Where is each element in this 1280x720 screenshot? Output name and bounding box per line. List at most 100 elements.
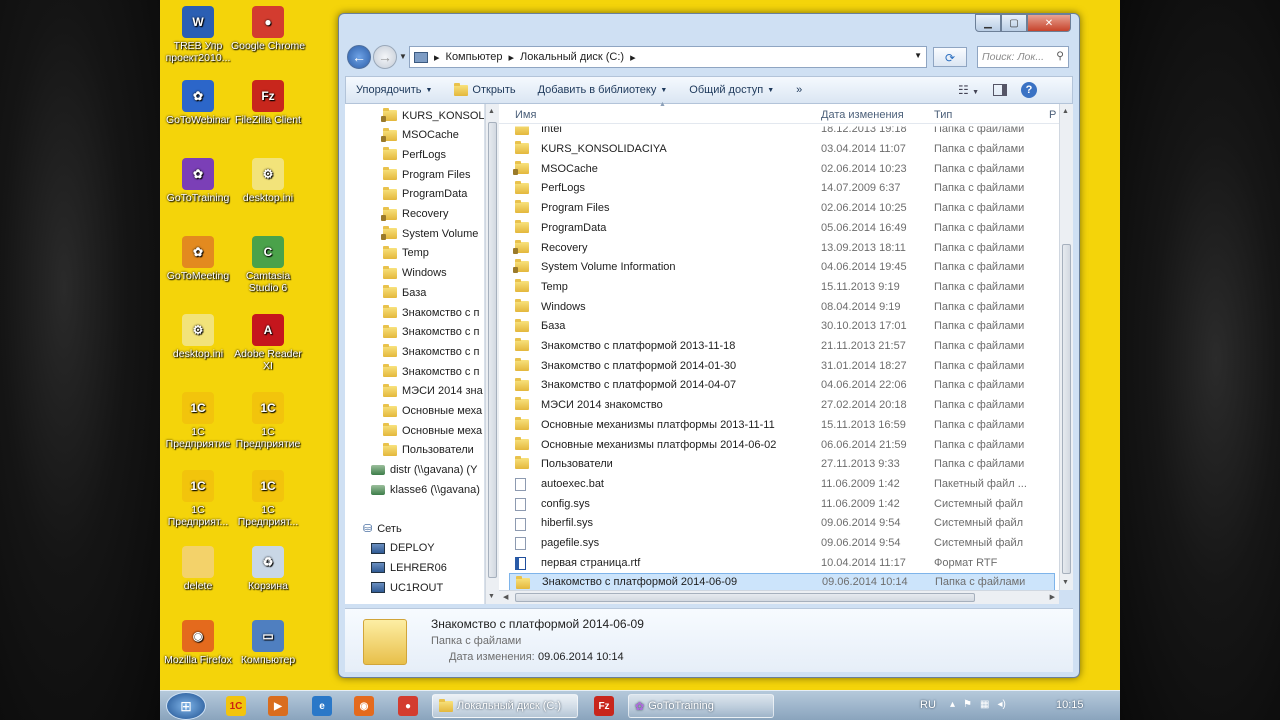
1c-taskbar-icon[interactable]: 1С (226, 696, 246, 716)
file-list-vertical-scrollbar[interactable]: ▲ ▼ (1059, 104, 1073, 590)
desktop-icon[interactable]: ◉ Mozilla Firefox (160, 620, 236, 666)
desktop-icon[interactable]: W TREB Упр проект2010... (160, 6, 236, 64)
navigation-scrollbar[interactable]: ▲ ▼ (485, 104, 499, 604)
start-button[interactable]: ⊞ (166, 692, 206, 720)
help-icon[interactable]: ? (1021, 82, 1038, 98)
clock[interactable]: 10:15 (1056, 699, 1084, 711)
ie-taskbar-icon[interactable]: e (312, 696, 332, 716)
chrome-taskbar-icon[interactable]: ● (398, 696, 418, 716)
filezilla-taskbar-icon[interactable]: Fz (594, 696, 614, 716)
nav-folder-item[interactable]: База (383, 283, 426, 302)
desktop-icon[interactable]: C Camtasia Studio 6 (230, 236, 306, 294)
file-row[interactable]: Temp 15.11.2013 9:19 Папка с файлами (509, 277, 1055, 297)
refresh-button[interactable]: ⟳ (933, 47, 967, 67)
desktop-icon[interactable]: ✿ GoToWebinar (160, 80, 236, 126)
desktop-icon[interactable]: ● Google Chrome (230, 6, 306, 52)
file-row[interactable]: МЭСИ 2014 знакомство 27.02.2014 20:18 Папк… (509, 395, 1055, 415)
more-commands-button[interactable]: » (796, 84, 802, 96)
file-row[interactable]: первая страница.rtf 10.04.2014 11:17 Форма… (509, 553, 1055, 573)
address-dropdown-icon[interactable]: ▼ (914, 51, 922, 60)
nav-folder-item[interactable]: Пользователи (383, 441, 474, 460)
language-indicator[interactable]: RU (920, 699, 936, 711)
share-menu[interactable]: Общий доступ ▼ (689, 84, 774, 96)
nav-network-computer[interactable]: UC1ROUT (371, 578, 443, 597)
file-row[interactable]: PerfLogs 14.07.2009 6:37 Папка с файлами (509, 179, 1055, 199)
action-center-icon[interactable]: ⚑ (963, 699, 972, 710)
nav-folder-item[interactable]: Program Files (383, 165, 470, 184)
desktop-icon[interactable]: ⚙ desktop.ini (230, 158, 306, 204)
file-row[interactable]: Recovery 13.09.2013 18:11 Папка с файлами (509, 238, 1055, 258)
address-bar[interactable]: ▸ Компьютер ▸ Локальный диск (C:) ▸ ▼ (409, 46, 927, 68)
desktop-icon[interactable]: ♻ Корзина (230, 546, 306, 592)
desktop-icon[interactable]: Fz FileZilla Client (230, 80, 306, 126)
nav-folder-item[interactable]: Windows (383, 264, 447, 283)
network-icon[interactable]: ▦ (980, 699, 989, 710)
desktop-icon[interactable]: 1С 1С Предприят... (160, 470, 236, 528)
nav-network-drive[interactable]: distr (\\gavana) (Y (371, 461, 477, 480)
file-row[interactable]: Windows 08.04.2014 9:19 Папка с файлами (509, 297, 1055, 317)
nav-network[interactable]: ⛁ Сеть (363, 519, 402, 538)
file-row[interactable]: Знакомство с платформой 2014-04-07 04.06.… (509, 376, 1055, 396)
desktop-icon[interactable]: 1С 1С Предприят... (230, 470, 306, 528)
nav-folder-item[interactable]: System Volume (381, 224, 478, 243)
view-options-icon[interactable]: ☷ ▼ (958, 83, 979, 97)
desktop-icon[interactable]: ▭ Компьютер (230, 620, 306, 666)
maximize-button[interactable]: ▢ (1001, 14, 1027, 32)
file-list-horizontal-scrollbar[interactable]: ◀ ▶ (499, 590, 1059, 604)
preview-pane-icon[interactable] (993, 84, 1008, 96)
file-row[interactable]: MSOCache 02.06.2014 10:23 Папка с файлами (509, 159, 1055, 179)
column-type[interactable]: Тип (934, 109, 952, 121)
desktop-icon[interactable]: A Adobe Reader XI (230, 314, 306, 372)
nav-folder-item[interactable]: Temp (383, 244, 429, 263)
open-button[interactable]: Открыть (454, 82, 516, 96)
taskbar-explorer-button[interactable]: Локальный диск (C:) (432, 694, 578, 718)
desktop-icon[interactable]: ✿ GoToTraining (160, 158, 236, 204)
nav-network-computer[interactable]: DEPLOY (371, 539, 435, 558)
search-input[interactable]: Поиск: Лок... ⚲ (977, 46, 1069, 68)
file-row[interactable]: Основные механизмы платформы 2014-06-02 0… (509, 435, 1055, 455)
minimize-button[interactable]: ▁ (975, 14, 1001, 32)
nav-folder-item[interactable]: Знакомство с п (383, 362, 479, 381)
desktop-icon[interactable]: ✿ GoToMeeting (160, 236, 236, 282)
breadcrumb-drive[interactable]: Локальный диск (C:) (520, 51, 624, 63)
nav-folder-item[interactable]: Основные меха (383, 421, 482, 440)
nav-folder-item[interactable]: ProgramData (383, 185, 467, 204)
nav-folder-item[interactable]: KURS_KONSOLI (381, 106, 484, 125)
organize-menu[interactable]: Упорядочить ▼ (356, 84, 432, 96)
nav-folder-item[interactable]: Знакомство с п (383, 303, 479, 322)
column-date[interactable]: Дата изменения (821, 109, 904, 121)
forward-button[interactable]: → (373, 45, 397, 69)
nav-folder-item[interactable]: МЭСИ 2014 зна (383, 382, 483, 401)
desktop-icon[interactable]: ⚙ desktop.ini (160, 314, 236, 360)
nav-folder-item[interactable]: PerfLogs (383, 145, 446, 164)
tray-expand-icon[interactable]: ▴ (950, 699, 955, 710)
close-button[interactable]: ✕ (1027, 14, 1071, 32)
file-row[interactable]: hiberfil.sys 09.06.2014 9:54 Системный фай… (509, 514, 1055, 534)
file-row[interactable]: Знакомство с платформой 2013-11-18 21.11.… (509, 336, 1055, 356)
file-row[interactable]: База 30.10.2013 17:01 Папка с файлами (509, 317, 1055, 337)
volume-icon[interactable]: ◂) (997, 699, 1005, 710)
media-player-taskbar-icon[interactable]: ▶ (268, 696, 288, 716)
nav-network-drive[interactable]: klasse6 (\\gavana) (371, 480, 480, 499)
nav-folder-item[interactable]: Знакомство с п (383, 342, 479, 361)
file-row[interactable]: KURS_KONSOLIDACIYA 03.04.2014 11:07 Папка … (509, 139, 1055, 159)
file-row[interactable]: Пользователи 27.11.2013 9:33 Папка с файла… (509, 454, 1055, 474)
column-more[interactable]: Р (1049, 109, 1056, 121)
back-button[interactable]: ← (347, 45, 371, 69)
file-row[interactable]: ProgramData 05.06.2014 16:49 Папка с файла… (509, 218, 1055, 238)
add-to-library-menu[interactable]: Добавить в библиотеку ▼ (538, 84, 668, 96)
nav-folder-item[interactable]: MSOCache (381, 126, 459, 145)
file-row[interactable]: config.sys 11.06.2009 1:42 Системный файл (509, 494, 1055, 514)
taskbar-gototraining-button[interactable]: ✿ GoToTraining (628, 694, 774, 718)
nav-network-computer[interactable]: LEHRER06 (371, 558, 447, 577)
file-row[interactable]: Знакомство с платформой 2014-01-30 31.01.… (509, 356, 1055, 376)
desktop-icon[interactable]: delete (160, 546, 236, 592)
firefox-taskbar-icon[interactable]: ◉ (354, 696, 374, 716)
file-row[interactable]: pagefile.sys 09.06.2014 9:54 Системный фай… (509, 533, 1055, 553)
nav-folder-item[interactable]: Знакомство с п (383, 323, 479, 342)
nav-folder-item[interactable]: Основные меха (383, 402, 482, 421)
recent-pages-chevron-icon[interactable]: ▼ (399, 52, 407, 61)
file-row[interactable]: Основные механизмы платформы 2013-11-11 1… (509, 415, 1055, 435)
file-row[interactable]: Program Files 02.06.2014 10:25 Папка с фай… (509, 198, 1055, 218)
desktop-icon[interactable]: 1С 1С Предприятие (160, 392, 236, 450)
